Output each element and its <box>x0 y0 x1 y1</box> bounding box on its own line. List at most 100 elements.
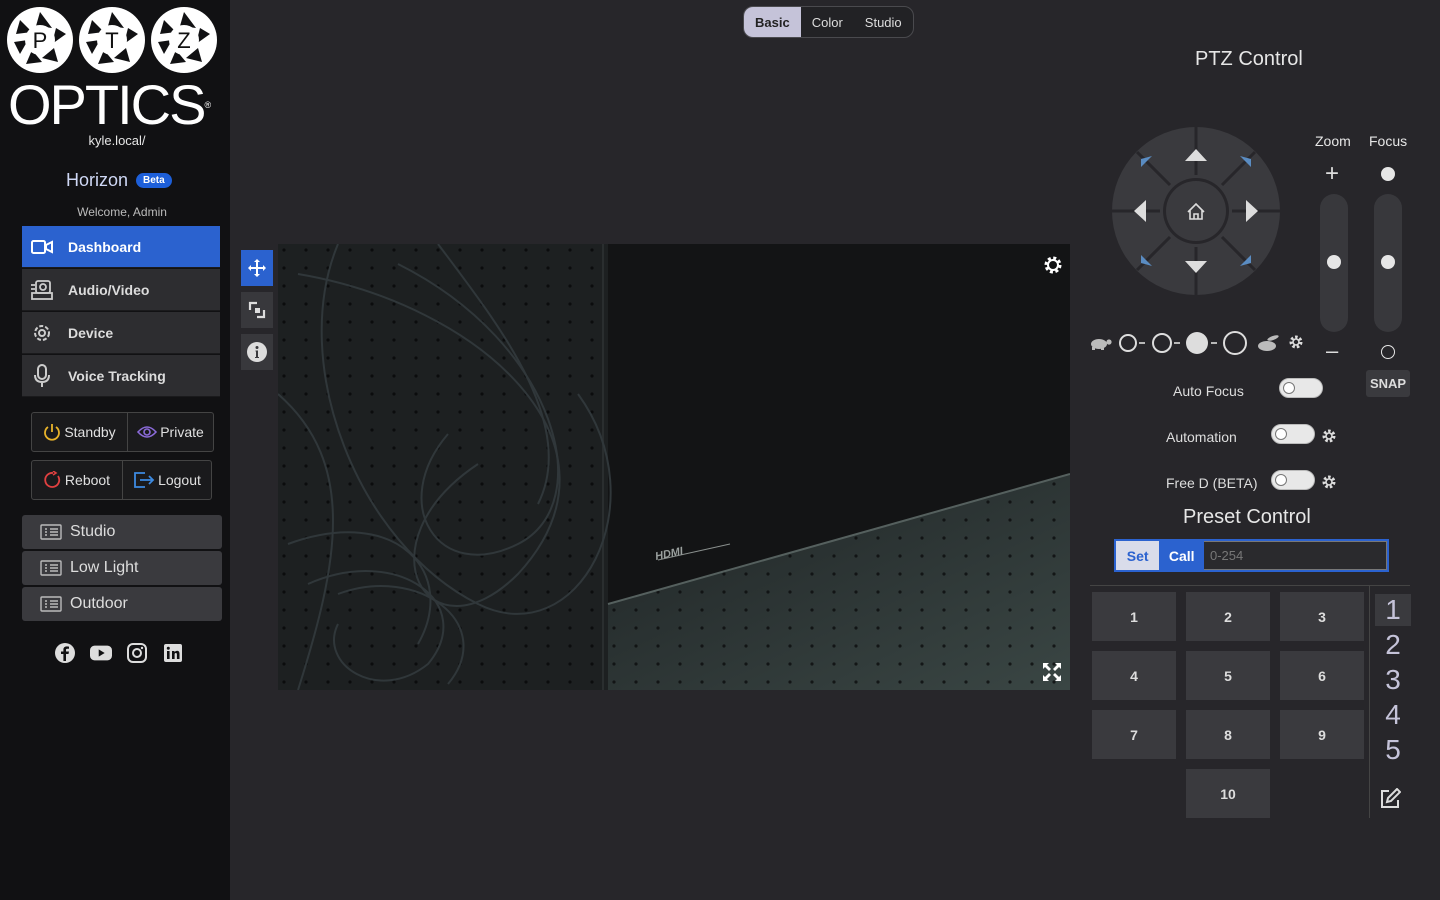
move-tool-button[interactable] <box>241 250 273 286</box>
preset-number-input[interactable] <box>1204 541 1387 570</box>
svg-text:T: T <box>105 28 118 53</box>
tab-basic[interactable]: Basic <box>744 7 801 37</box>
preset-button-8[interactable]: 8 <box>1186 710 1270 759</box>
preset-button-1[interactable]: 1 <box>1092 592 1176 641</box>
scene-button-outdoor[interactable]: Outdoor <box>22 587 222 621</box>
nav-item-audio-video[interactable]: Audio/Video <box>22 269 220 311</box>
zoom-out-button[interactable]: – <box>1326 340 1338 362</box>
automation-label: Automation <box>1166 429 1237 445</box>
speed-level-1[interactable] <box>1119 334 1137 352</box>
facebook-icon[interactable] <box>54 642 76 664</box>
preset-divider <box>1090 585 1410 586</box>
preset-button-4[interactable]: 4 <box>1092 651 1176 700</box>
speed-settings-icon[interactable] <box>1289 335 1303 349</box>
video-settings-icon[interactable] <box>1042 254 1064 276</box>
instagram-icon[interactable] <box>126 642 148 664</box>
info-icon <box>247 342 267 362</box>
pan-tilt-pad <box>1112 127 1280 295</box>
snap-button[interactable]: SNAP <box>1366 370 1410 397</box>
logout-button[interactable]: Logout <box>122 461 211 499</box>
preset-control-title: Preset Control <box>1183 506 1311 528</box>
edit-icon[interactable] <box>1379 788 1401 810</box>
logout-label: Logout <box>158 472 201 488</box>
preset-page-1[interactable]: 1 <box>1375 594 1411 626</box>
zoom-in-button[interactable]: + <box>1325 162 1339 186</box>
preset-page-2[interactable]: 2 <box>1375 629 1411 661</box>
nav-item-dashboard[interactable]: Dashboard <box>22 226 220 268</box>
zoom-slider[interactable] <box>1320 194 1348 332</box>
resize-icon <box>248 301 266 319</box>
preset-page-4[interactable]: 4 <box>1375 699 1411 731</box>
av-icon <box>30 278 54 302</box>
zoom-slider-knob[interactable] <box>1327 255 1341 269</box>
nav-label: Dashboard <box>68 238 142 255</box>
svg-text:P: P <box>33 28 48 53</box>
move-icon <box>248 259 266 277</box>
speed-level-2[interactable] <box>1152 333 1172 353</box>
logo-wordmark: OPTICS® <box>8 73 212 136</box>
preset-button-3[interactable]: 3 <box>1280 592 1364 641</box>
scene-button-low-light[interactable]: Low Light <box>22 551 222 585</box>
logo-circle-t: T <box>79 7 145 73</box>
zoom-label: Zoom <box>1315 133 1351 149</box>
image-settings-tabs: Basic Color Studio <box>743 6 914 38</box>
linkedin-icon[interactable] <box>162 642 184 664</box>
standby-button[interactable]: Standby <box>32 413 127 451</box>
private-button[interactable]: Private <box>127 413 213 451</box>
preset-page-divider <box>1369 586 1370 818</box>
reboot-icon <box>44 471 61 488</box>
preset-button-6[interactable]: 6 <box>1280 651 1364 700</box>
tab-color[interactable]: Color <box>801 7 854 37</box>
sidebar: P T Z OPTICS® kyle.local/ Horizon Beta W… <box>0 0 230 900</box>
logo-circle-p: P <box>7 7 73 73</box>
preset-button-5[interactable]: 5 <box>1186 651 1270 700</box>
nav-label: Voice Tracking <box>68 367 166 384</box>
speed-level-3[interactable] <box>1186 332 1208 354</box>
camera-icon <box>30 235 54 259</box>
hostname-label: kyle.local/ <box>88 133 146 148</box>
preset-button-9[interactable]: 9 <box>1280 710 1364 759</box>
focus-near-button[interactable] <box>1381 167 1395 181</box>
free-d-settings-icon[interactable] <box>1321 474 1337 490</box>
nav-label: Audio/Video <box>68 281 150 298</box>
standby-label: Standby <box>64 424 116 440</box>
preset-page-5[interactable]: 5 <box>1375 734 1411 766</box>
focus-label: Focus <box>1369 133 1408 149</box>
focus-far-button[interactable] <box>1381 345 1395 359</box>
automation-toggle[interactable] <box>1271 424 1315 444</box>
resize-tool-button[interactable] <box>241 292 273 328</box>
info-tool-button[interactable] <box>241 334 273 370</box>
nav-item-device[interactable]: Device <box>22 312 220 354</box>
ptzoptics-logo: P T Z <box>6 6 218 74</box>
focus-slider-knob[interactable] <box>1381 255 1395 269</box>
preset-page-3[interactable]: 3 <box>1375 664 1411 696</box>
preset-call-button[interactable]: Call <box>1159 541 1204 570</box>
rabbit-icon <box>1258 335 1279 351</box>
automation-settings-icon[interactable] <box>1321 428 1337 444</box>
reboot-label: Reboot <box>64 472 111 488</box>
list-icon <box>40 524 62 540</box>
free-d-toggle[interactable] <box>1271 470 1315 490</box>
video-toolbar <box>241 250 273 376</box>
power-group-1: Standby Private <box>31 412 214 452</box>
list-icon <box>40 560 62 576</box>
focus-slider[interactable] <box>1374 194 1402 332</box>
auto-focus-toggle[interactable] <box>1279 378 1323 398</box>
list-icon <box>40 596 62 612</box>
scene-button-studio[interactable]: Studio <box>22 515 222 549</box>
ptz-control-title: PTZ Control <box>1195 48 1303 70</box>
fullscreen-icon[interactable] <box>1042 662 1062 682</box>
preset-button-2[interactable]: 2 <box>1186 592 1270 641</box>
reboot-button[interactable]: Reboot <box>32 461 122 499</box>
tab-studio[interactable]: Studio <box>854 7 913 37</box>
nav-item-voice-tracking[interactable]: Voice Tracking <box>22 355 220 397</box>
preset-button-10[interactable]: 10 <box>1186 769 1270 818</box>
speed-level-4[interactable] <box>1223 331 1247 355</box>
preset-set-button[interactable]: Set <box>1116 541 1160 570</box>
scene-label: Studio <box>70 523 116 540</box>
microphone-icon <box>30 363 54 388</box>
preset-button-7[interactable]: 7 <box>1092 710 1176 759</box>
product-name: Horizon <box>66 170 129 190</box>
youtube-icon[interactable] <box>90 642 112 664</box>
video-feed[interactable]: HDMI <box>278 244 1070 690</box>
